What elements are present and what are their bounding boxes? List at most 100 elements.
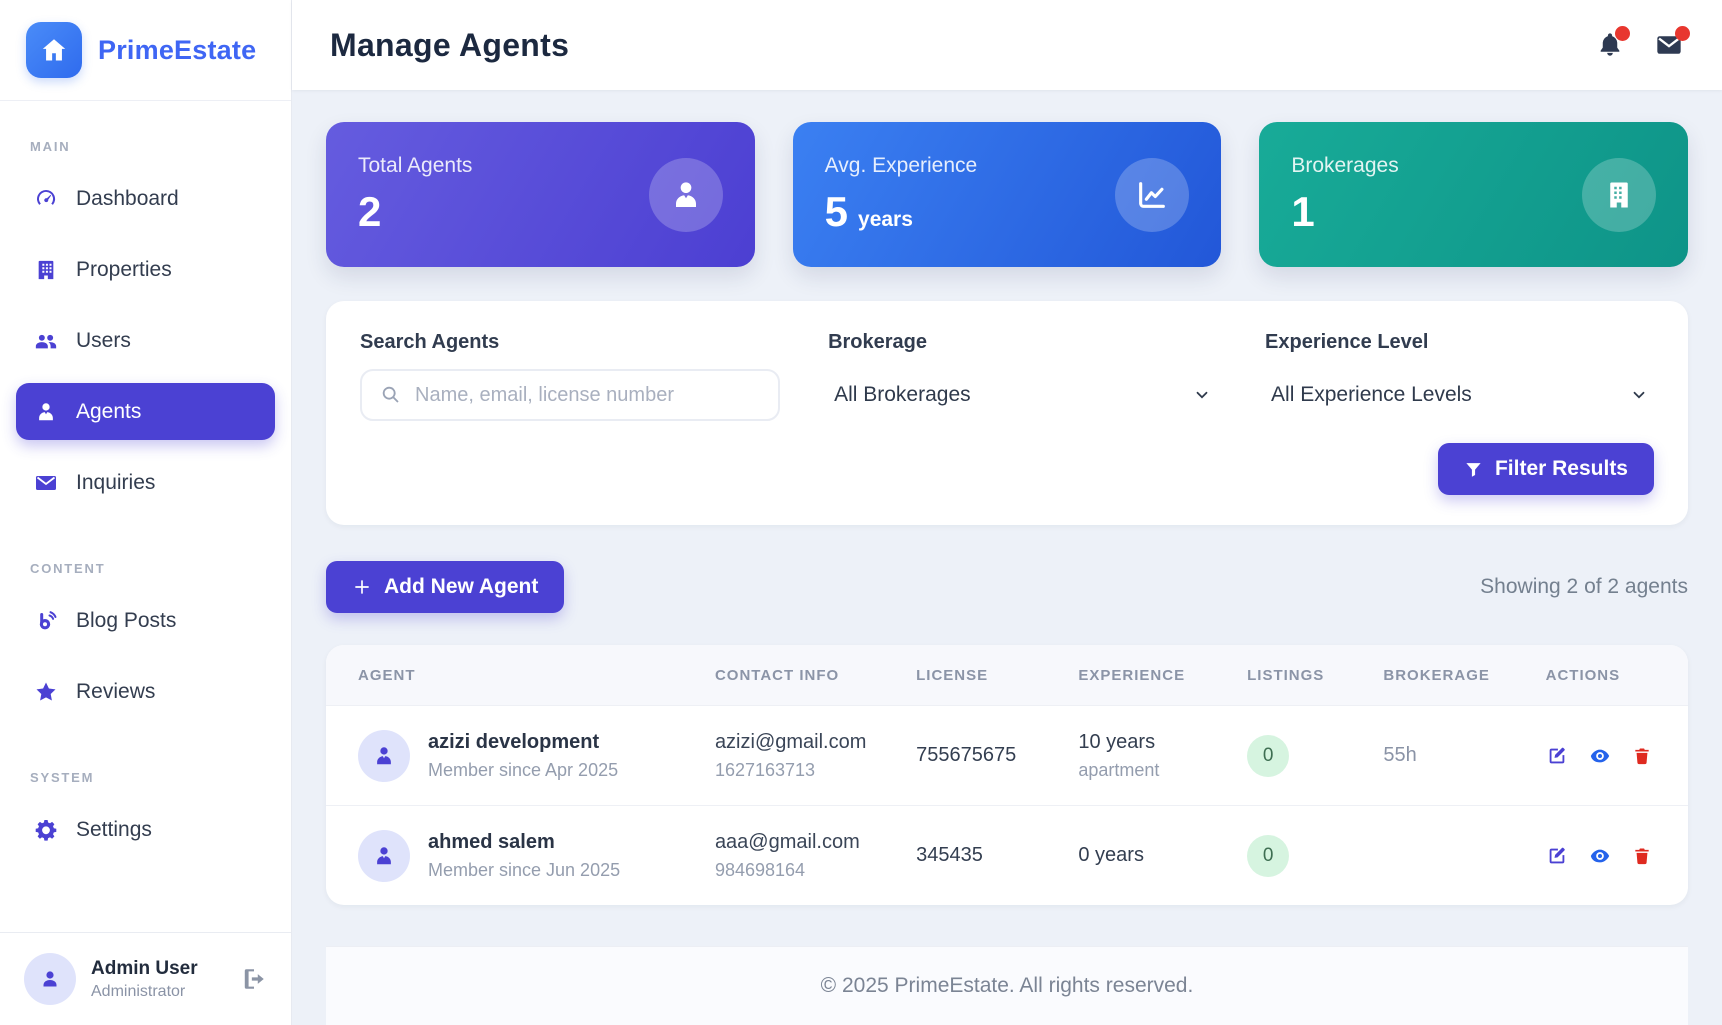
message-badge bbox=[1675, 26, 1690, 41]
brand[interactable]: PrimeEstate bbox=[0, 0, 291, 101]
user-role: Administrator bbox=[91, 983, 198, 1001]
sidebar: PrimeEstate MAIN Dashboard Properties Us… bbox=[0, 0, 292, 1025]
table-header-row: AGENT CONTACT INFO LICENSE EXPERIENCE LI… bbox=[326, 645, 1688, 705]
footer-copyright: © 2025 PrimeEstate. All rights reserved. bbox=[326, 946, 1688, 1025]
stat-card-brokerages: Brokerages 1 bbox=[1259, 122, 1688, 267]
agent-phone: 984698164 bbox=[715, 860, 916, 881]
agent-avatar bbox=[358, 830, 410, 882]
toolbar-row: Add New Agent Showing 2 of 2 agents bbox=[326, 561, 1688, 613]
stat-value: 1 bbox=[1291, 188, 1314, 236]
home-icon bbox=[26, 22, 82, 78]
filter-card: Search Agents Brokerage All Brokerages bbox=[326, 301, 1688, 525]
col-contact-info: CONTACT INFO bbox=[715, 667, 916, 684]
col-brokerage: BROKERAGE bbox=[1383, 667, 1545, 684]
gauge-icon bbox=[34, 187, 58, 211]
stat-value: 5 bbox=[825, 188, 848, 236]
envelope-icon bbox=[34, 471, 58, 495]
nav-section-content: CONTENT bbox=[30, 561, 261, 576]
col-listings: LISTINGS bbox=[1247, 667, 1383, 684]
sidebar-item-label: Dashboard bbox=[76, 187, 179, 211]
agent-avatar bbox=[358, 730, 410, 782]
bell-icon[interactable] bbox=[1596, 31, 1624, 59]
sidebar-item-users[interactable]: Users bbox=[16, 312, 275, 369]
chart-line-icon bbox=[1115, 158, 1189, 232]
delete-trash-icon[interactable] bbox=[1632, 845, 1652, 867]
agent-phone: 1627163713 bbox=[715, 760, 916, 781]
sidebar-nav: MAIN Dashboard Properties Users Agents bbox=[0, 101, 291, 932]
stat-card-avg-experience: Avg. Experience 5 years bbox=[793, 122, 1222, 267]
sidebar-item-settings[interactable]: Settings bbox=[16, 801, 275, 858]
user-name: Admin User bbox=[91, 958, 198, 980]
search-label: Search Agents bbox=[360, 331, 780, 354]
agent-name: ahmed salem bbox=[428, 831, 620, 854]
sidebar-item-label: Users bbox=[76, 329, 131, 353]
chevron-down-icon bbox=[1630, 386, 1648, 404]
listings-badge: 0 bbox=[1247, 835, 1289, 877]
agent-experience-sub: apartment bbox=[1078, 760, 1247, 781]
user-box: Admin User Administrator bbox=[0, 932, 291, 1025]
view-eye-icon[interactable] bbox=[1588, 845, 1612, 867]
blog-icon bbox=[34, 609, 58, 633]
topbar: Manage Agents bbox=[292, 0, 1722, 90]
agent-email: aaa@gmail.com bbox=[715, 831, 916, 854]
stat-unit: years bbox=[858, 208, 913, 232]
avatar bbox=[24, 953, 76, 1005]
brokerage-select[interactable]: All Brokerages bbox=[828, 369, 1217, 421]
sidebar-item-label: Blog Posts bbox=[76, 609, 176, 633]
gear-icon bbox=[34, 818, 58, 842]
search-input-wrapper bbox=[360, 369, 780, 421]
building-icon bbox=[1582, 158, 1656, 232]
agent-brokerage: 55h bbox=[1383, 744, 1545, 767]
table-row: azizi development Member since Apr 2025 … bbox=[326, 705, 1688, 805]
chevron-down-icon bbox=[1193, 386, 1211, 404]
brokerage-selected-value: All Brokerages bbox=[834, 383, 971, 407]
filter-results-button[interactable]: Filter Results bbox=[1438, 443, 1654, 495]
nav-section-system: SYSTEM bbox=[30, 770, 261, 785]
listings-badge: 0 bbox=[1247, 735, 1289, 777]
stat-value: 2 bbox=[358, 188, 381, 236]
main-area: Manage Agents Total Agents 2 bbox=[292, 0, 1722, 1025]
stat-label: Avg. Experience bbox=[825, 154, 978, 178]
agent-license: 345435 bbox=[916, 844, 1078, 867]
building-icon bbox=[34, 258, 58, 282]
sidebar-item-label: Reviews bbox=[76, 680, 155, 704]
sidebar-item-label: Settings bbox=[76, 818, 152, 842]
agent-member-since: Member since Apr 2025 bbox=[428, 760, 618, 781]
brokerage-label: Brokerage bbox=[828, 331, 1217, 354]
sidebar-item-blog-posts[interactable]: Blog Posts bbox=[16, 592, 275, 649]
notification-badge bbox=[1615, 26, 1630, 41]
agent-license: 755675675 bbox=[916, 744, 1078, 767]
agent-experience: 10 years bbox=[1078, 731, 1247, 754]
view-eye-icon[interactable] bbox=[1588, 745, 1612, 767]
sidebar-item-dashboard[interactable]: Dashboard bbox=[16, 170, 275, 227]
sidebar-item-reviews[interactable]: Reviews bbox=[16, 663, 275, 720]
sidebar-item-label: Agents bbox=[76, 400, 141, 424]
agent-icon bbox=[649, 158, 723, 232]
sidebar-item-label: Inquiries bbox=[76, 471, 155, 495]
users-icon bbox=[34, 329, 58, 353]
edit-icon[interactable] bbox=[1546, 745, 1568, 767]
page-title: Manage Agents bbox=[330, 27, 569, 64]
nav-section-main: MAIN bbox=[30, 139, 261, 154]
plus-icon bbox=[352, 577, 372, 597]
delete-trash-icon[interactable] bbox=[1632, 745, 1652, 767]
agent-member-since: Member since Jun 2025 bbox=[428, 860, 620, 881]
experience-select[interactable]: All Experience Levels bbox=[1265, 369, 1654, 421]
experience-label: Experience Level bbox=[1265, 331, 1654, 354]
stat-cards: Total Agents 2 Avg. Experience 5 years bbox=[326, 122, 1688, 267]
col-actions: ACTIONS bbox=[1546, 667, 1656, 684]
edit-icon[interactable] bbox=[1546, 845, 1568, 867]
table-row: ahmed salem Member since Jun 2025 aaa@gm… bbox=[326, 805, 1688, 905]
experience-selected-value: All Experience Levels bbox=[1271, 383, 1472, 407]
add-new-agent-button[interactable]: Add New Agent bbox=[326, 561, 564, 613]
logout-icon[interactable] bbox=[241, 966, 267, 992]
messages-envelope-icon[interactable] bbox=[1654, 31, 1684, 59]
agent-experience: 0 years bbox=[1078, 844, 1247, 867]
sidebar-item-properties[interactable]: Properties bbox=[16, 241, 275, 298]
agent-name: azizi development bbox=[428, 731, 618, 754]
sidebar-item-inquiries[interactable]: Inquiries bbox=[16, 454, 275, 511]
agent-icon bbox=[34, 400, 58, 424]
search-input[interactable] bbox=[415, 384, 760, 407]
search-icon bbox=[380, 384, 402, 406]
sidebar-item-agents[interactable]: Agents bbox=[16, 383, 275, 440]
